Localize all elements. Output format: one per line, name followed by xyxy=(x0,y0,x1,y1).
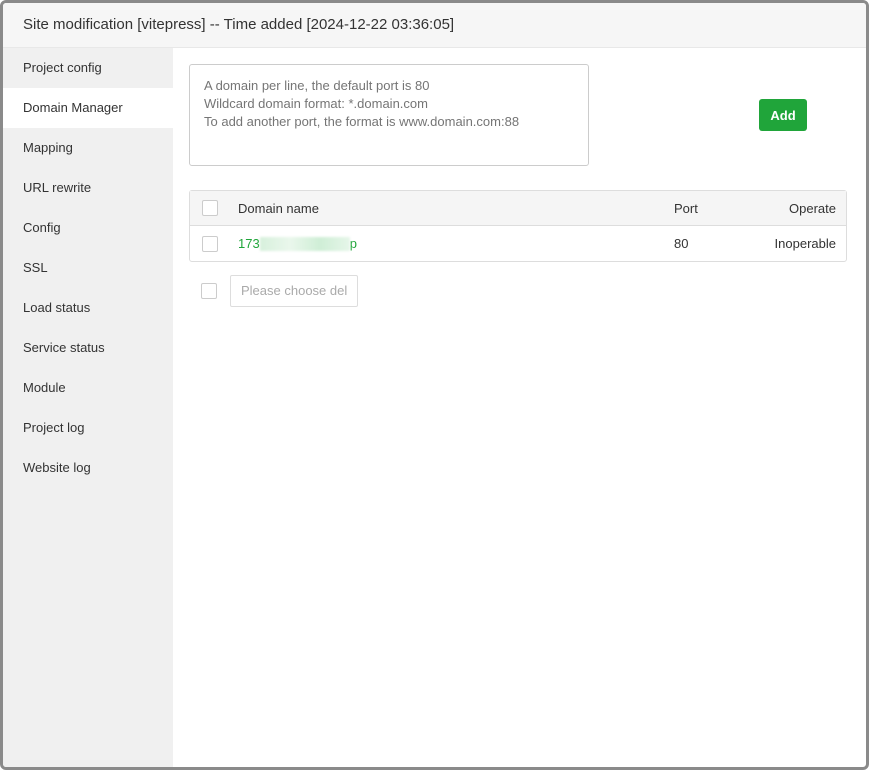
add-button[interactable]: Add xyxy=(759,99,807,131)
port-cell: 80 xyxy=(674,236,689,251)
table-row: 173 p 80 Inoperable xyxy=(190,226,846,261)
header-domain-name: Domain name xyxy=(238,200,319,216)
sidebar-item-domain-manager[interactable]: Domain Manager xyxy=(3,88,173,128)
domain-table: Domain name Port Operate 173 p 80 Inopera… xyxy=(189,190,847,262)
sidebar-item-url-rewrite[interactable]: URL rewrite xyxy=(3,168,173,208)
domain-suffix: p xyxy=(349,235,357,251)
sidebar-item-website-log[interactable]: Website log xyxy=(3,448,173,488)
select-all-checkbox[interactable] xyxy=(202,200,218,216)
row-checkbox[interactable] xyxy=(202,235,218,252)
operate-cell: Inoperable xyxy=(774,236,836,251)
table-header: Domain name Port Operate xyxy=(190,191,846,226)
dialog-title: Site modification [vitepress] -- Time ad… xyxy=(3,3,866,48)
sidebar-item-load-status[interactable]: Load status xyxy=(3,288,173,328)
sidebar-item-service-status[interactable]: Service status xyxy=(3,328,173,368)
batch-actions: Please choose del xyxy=(189,275,359,307)
header-port: Port xyxy=(674,200,698,216)
sidebar-item-project-config[interactable]: Project config xyxy=(3,48,173,88)
header-operate: Operate xyxy=(789,200,836,216)
redacted-blur xyxy=(259,237,350,252)
sidebar-item-project-log[interactable]: Project log xyxy=(3,408,173,448)
batch-operation-select[interactable]: Please choose del xyxy=(230,275,359,307)
domain-manager-panel: Add Domain name Port Operate 173 p 80 Ino… xyxy=(173,48,866,767)
site-modification-dialog: Site modification [vitepress] -- Time ad… xyxy=(0,0,869,770)
batch-checkbox[interactable] xyxy=(201,283,217,299)
sidebar-item-module[interactable]: Module xyxy=(3,368,173,408)
domain-link[interactable]: 173 p xyxy=(238,236,357,252)
sidebar-item-config[interactable]: Config xyxy=(3,208,173,248)
domain-prefix: 173 xyxy=(238,235,260,251)
sidebar-item-ssl[interactable]: SSL xyxy=(3,248,173,288)
domain-input[interactable] xyxy=(189,64,589,166)
sidebar: Project config Domain Manager Mapping UR… xyxy=(3,48,173,767)
sidebar-item-mapping[interactable]: Mapping xyxy=(3,128,173,168)
